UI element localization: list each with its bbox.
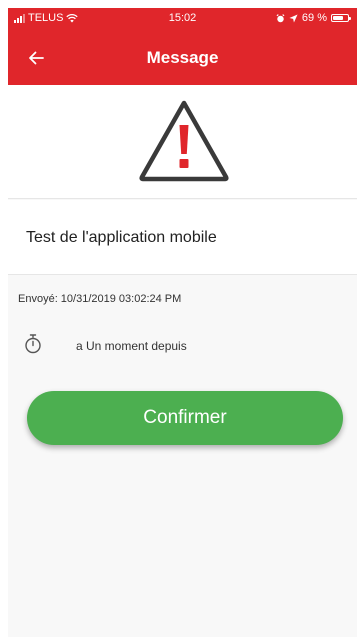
battery-percent: 69 %: [301, 12, 327, 24]
app-content: TELUS 15:02 69 % Message Test de l'appli…: [8, 8, 357, 637]
warning-triangle-icon: [139, 100, 229, 182]
confirm-button[interactable]: Confirmer: [27, 391, 343, 445]
arrow-left-icon: [29, 51, 44, 65]
screen-frame: TELUS 15:02 69 % Message Test de l'appli…: [0, 0, 357, 637]
battery-fill: [333, 16, 343, 20]
status-right: 69 %: [276, 12, 351, 24]
back-button[interactable]: [22, 44, 50, 72]
stopwatch-icon: [25, 334, 41, 354]
sent-timestamp: Envoyé: 10/31/2019 03:02:24 PM: [18, 293, 182, 305]
divider-bottom: [8, 274, 357, 275]
nav-bar: Message: [8, 38, 357, 78]
divider-top: [8, 198, 357, 199]
battery-icon: [331, 14, 351, 22]
message-title: Test de l'application mobile: [26, 229, 217, 246]
warning-section: [8, 85, 357, 198]
status-bar: TELUS 15:02 69 %: [8, 8, 357, 30]
page-title: Message: [146, 48, 219, 67]
app-header: TELUS 15:02 69 % Message: [8, 8, 357, 85]
location-icon: [289, 13, 298, 23]
message-section: Test de l'application mobile: [8, 200, 357, 274]
alarm-icon: [276, 13, 285, 22]
elapsed-row: a Un moment depuis: [24, 334, 344, 354]
elapsed-text: a Un moment depuis: [76, 339, 187, 353]
